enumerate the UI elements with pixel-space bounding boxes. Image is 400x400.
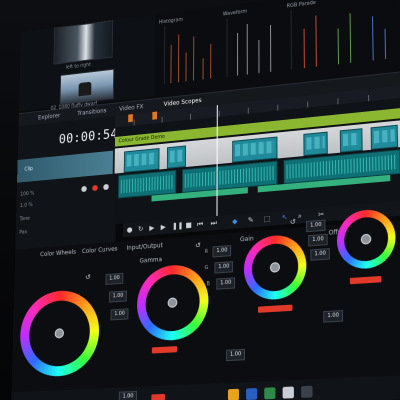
gain-saturation-value[interactable]: 1.00 (323, 309, 344, 323)
marker-2[interactable] (152, 111, 158, 120)
app-icon[interactable] (282, 386, 294, 399)
prop-row-1: 100 % (20, 190, 35, 198)
input-output-tab[interactable]: Input/Output (126, 242, 162, 252)
zoom-tool-button[interactable]: ⌕ (298, 212, 302, 222)
color-wheels-tab[interactable]: Color Wheels (40, 249, 76, 259)
gamma-r-value[interactable]: 1.00 (212, 245, 232, 258)
tab-video-fx[interactable]: Video FX (119, 103, 143, 112)
play-button[interactable]: ▶ (149, 224, 154, 232)
go-to-end-button[interactable]: ⏭ (211, 219, 217, 229)
lift-r-value[interactable]: 1.00 (105, 272, 124, 285)
tab-transitions[interactable]: Transitions (77, 107, 106, 117)
tab-explorer[interactable]: Explorer (38, 112, 60, 121)
play-from-start-button[interactable]: ▶ (161, 223, 166, 231)
snap-button[interactable]: ◆ (232, 217, 237, 225)
video-clip[interactable] (123, 148, 160, 173)
marker-1[interactable] (128, 114, 133, 123)
lift-g-value[interactable]: 1.00 (108, 290, 128, 303)
gamma-g-value[interactable]: 1.00 (214, 261, 234, 274)
gamma-color-wheel[interactable] (136, 262, 209, 343)
select-tool-button[interactable]: ↖ (282, 213, 288, 222)
gamma-b-value[interactable]: 1.00 (216, 277, 236, 290)
pause-button[interactable]: ❚❚ (172, 222, 183, 231)
prop-row-2: 1.0 % (19, 202, 33, 209)
go-to-start-button[interactable]: ⏮ (197, 220, 203, 229)
app-icon[interactable] (246, 388, 258, 400)
loop-button[interactable]: ↻ (138, 225, 144, 233)
rgb-parade-scope (290, 0, 398, 70)
video-clip[interactable] (232, 136, 278, 163)
video-editor-screen: left to right 02_1080 fluffy dwarf Histo… (0, 0, 400, 400)
record-icon[interactable] (92, 184, 98, 192)
gain-color-wheel[interactable] (243, 233, 307, 302)
waveform-scope (226, 11, 283, 77)
trimmer-panel: 00:00:54;07 Clip 100 % 1.0 % Tone Pan (15, 115, 141, 250)
edit-tool-button[interactable]: ✎ (248, 216, 254, 225)
gain-r-value[interactable]: 1.00 (306, 219, 326, 233)
video-clip[interactable] (339, 128, 363, 153)
gamma-saturation-value[interactable]: 1.00 (226, 348, 246, 362)
app-icon[interactable] (301, 385, 313, 398)
mute-icon[interactable] (81, 185, 87, 193)
color-grading-panel: Color Wheels Color Curves Input/Output G… (11, 207, 400, 400)
envelope-tool-button[interactable]: ⬚ (264, 215, 271, 224)
histogram-scope (163, 19, 218, 84)
stop-button[interactable]: ■ (185, 221, 191, 229)
prop-row-3: Tone (19, 215, 30, 223)
media-thumbnails-panel: left to right 02_1080 fluffy dwarf (18, 14, 156, 112)
record-button[interactable]: ● (127, 226, 133, 234)
gain-g-value[interactable]: 1.00 (308, 233, 328, 247)
color-curves-tab[interactable]: Color Curves (82, 246, 118, 256)
gain-b-value[interactable]: 1.00 (310, 248, 331, 261)
clip-selection-bar[interactable]: Clip (17, 150, 114, 183)
taskbar: 1.00 (11, 375, 400, 400)
lock-icon[interactable] (103, 183, 109, 191)
app-icon[interactable] (264, 387, 276, 400)
thumbnail-1[interactable] (53, 20, 114, 65)
gain-saturation-slider[interactable] (257, 304, 293, 313)
thumbnail-2[interactable] (59, 68, 115, 105)
gamma-saturation-slider[interactable] (151, 346, 177, 354)
clip-name: Colour Grade Demo (118, 133, 165, 145)
bottom-slider[interactable] (151, 393, 165, 400)
gain-label: Gain (240, 235, 254, 244)
gain-reset-icon[interactable]: ↺ (290, 218, 296, 227)
lift-color-wheel[interactable] (19, 288, 100, 379)
video-clip[interactable] (370, 124, 399, 150)
lift-b-value[interactable]: 1.00 (110, 308, 129, 321)
gamma-reset-icon[interactable]: ↺ (195, 241, 201, 249)
clip-label: Clip (24, 166, 33, 173)
editor-perspective: left to right 02_1080 fluffy dwarf Histo… (11, 0, 400, 400)
playhead[interactable] (216, 105, 218, 216)
prop-row-4: Pan (19, 229, 28, 236)
app-icon[interactable] (227, 388, 239, 400)
video-clip[interactable] (303, 131, 328, 157)
thumbnail-1-caption: left to right (65, 62, 91, 71)
gamma-label: Gamma (139, 256, 163, 265)
offset-saturation-slider[interactable] (349, 275, 382, 285)
lift-reset-icon[interactable]: ↺ (85, 273, 91, 281)
split-button[interactable]: ✂ (318, 210, 324, 219)
bottom-value[interactable]: 1.00 (118, 390, 138, 400)
video-clip[interactable] (166, 145, 187, 169)
